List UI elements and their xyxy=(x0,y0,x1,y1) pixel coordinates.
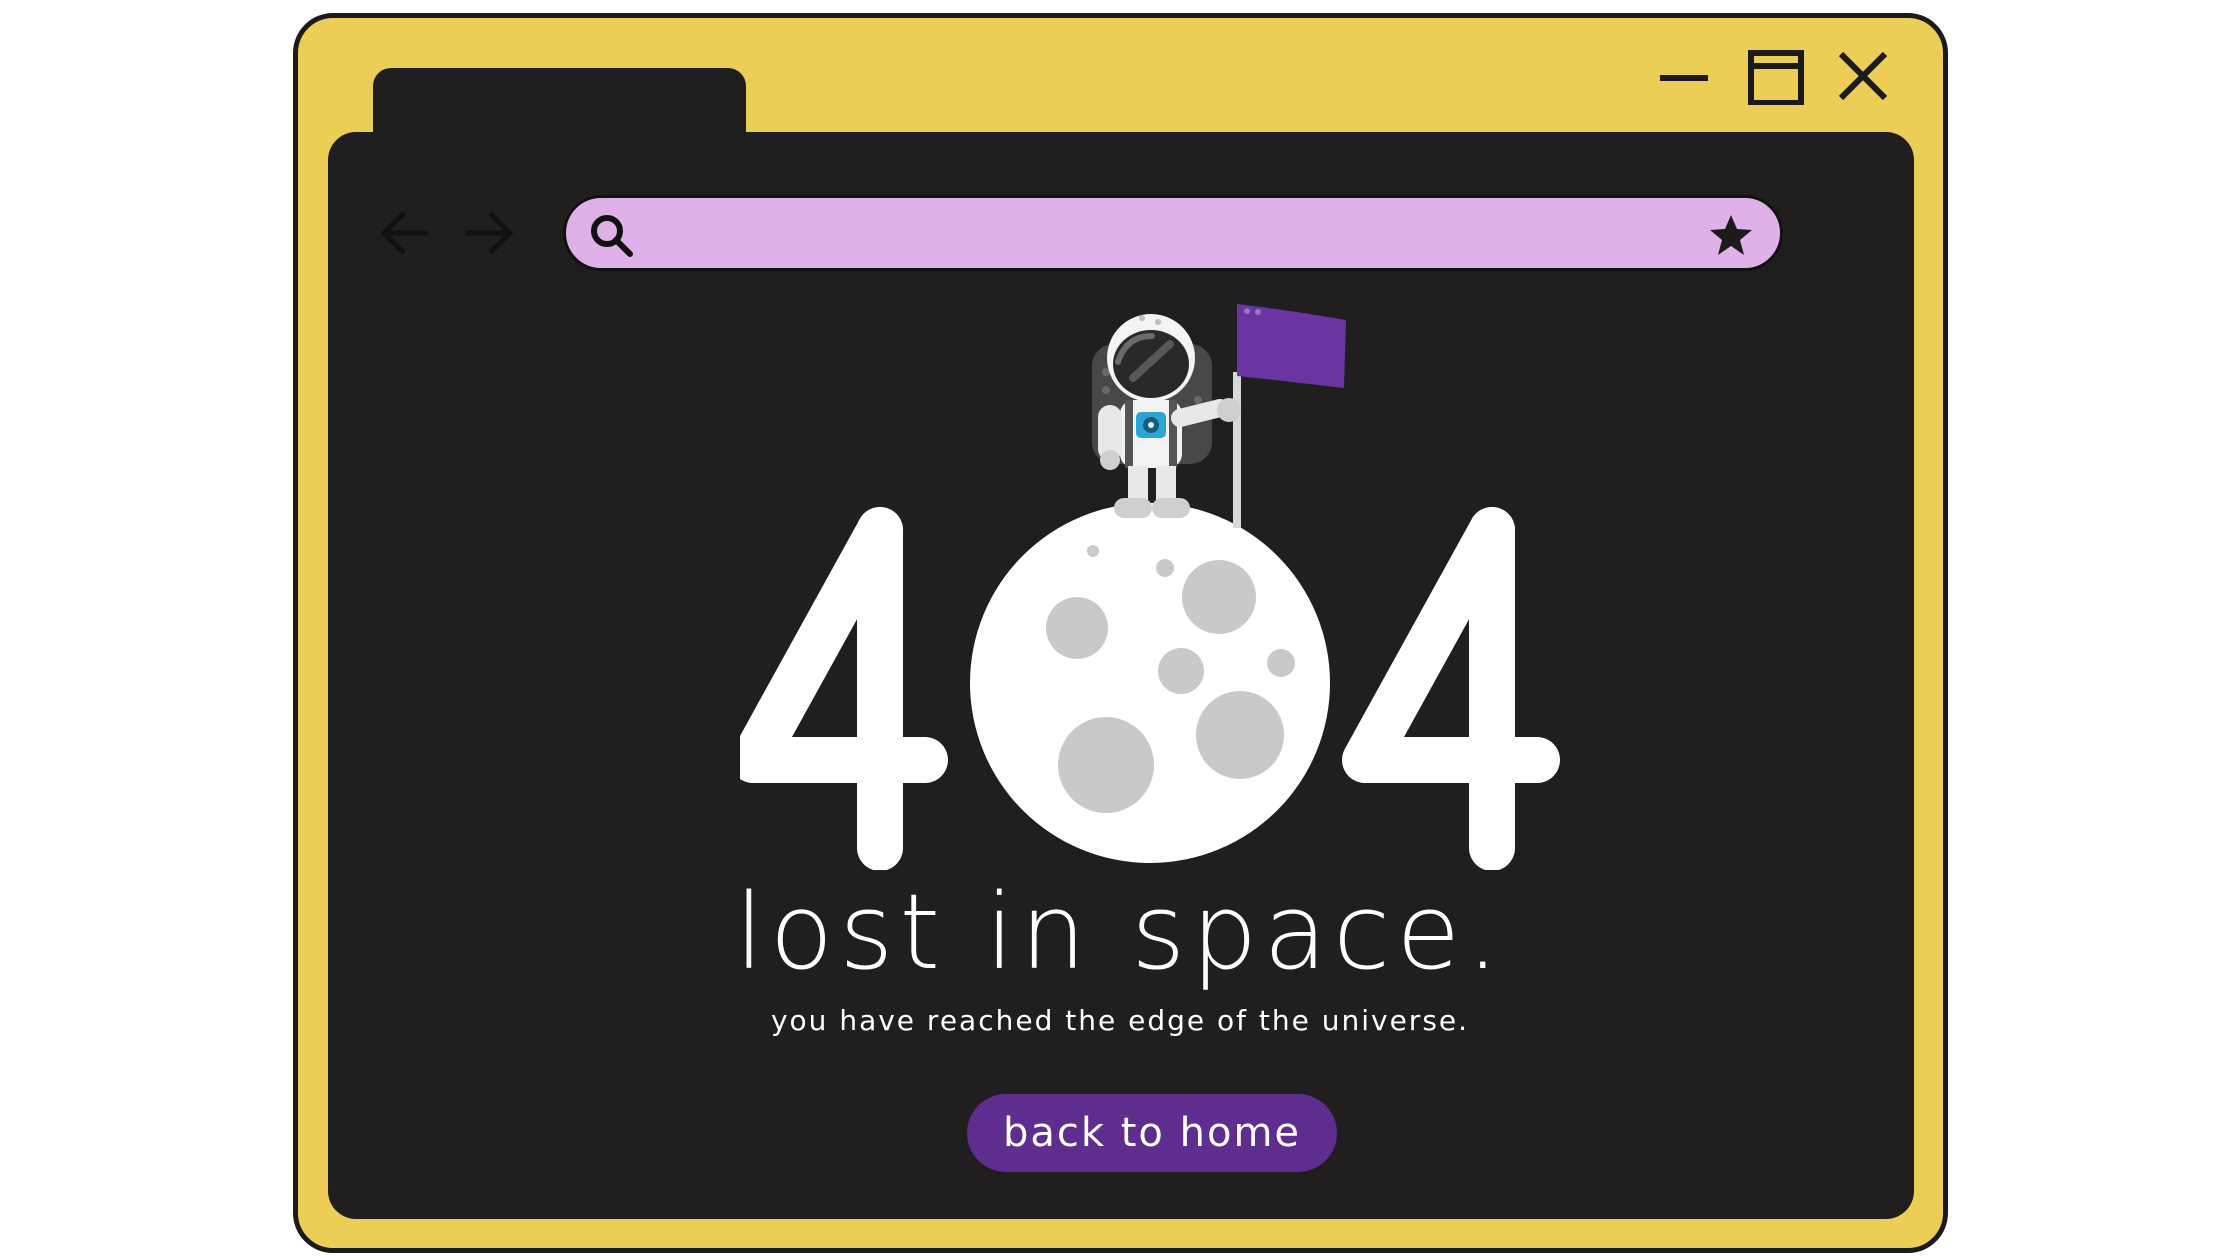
forward-nav-button[interactable] xyxy=(460,205,516,261)
close-icon xyxy=(1838,51,1888,101)
digit-four-left xyxy=(740,507,948,870)
star-icon[interactable] xyxy=(1706,210,1756,260)
flag-icon xyxy=(1233,304,1346,528)
maximize-icon xyxy=(1748,50,1804,106)
minimize-button[interactable] xyxy=(1655,50,1715,105)
astronaut-icon xyxy=(1092,314,1241,518)
moon-icon xyxy=(970,503,1330,863)
digit-four-right xyxy=(1342,507,1560,870)
close-button[interactable] xyxy=(1835,50,1895,105)
address-input[interactable] xyxy=(646,206,1650,262)
back-to-home-button[interactable]: back to home xyxy=(967,1094,1337,1172)
arrow-right-icon xyxy=(466,211,514,255)
search-icon xyxy=(591,215,633,257)
404-illustration xyxy=(740,304,1560,870)
arrow-left-icon xyxy=(380,211,428,255)
back-nav-button[interactable] xyxy=(378,205,434,261)
window-controls xyxy=(1655,50,1888,106)
address-bar xyxy=(563,195,1783,271)
maximize-button[interactable] xyxy=(1747,50,1807,106)
page-title: lost in space. xyxy=(734,871,1506,993)
minimize-icon xyxy=(1660,75,1708,81)
page-subtitle: you have reached the edge of the univers… xyxy=(770,1004,1470,1037)
